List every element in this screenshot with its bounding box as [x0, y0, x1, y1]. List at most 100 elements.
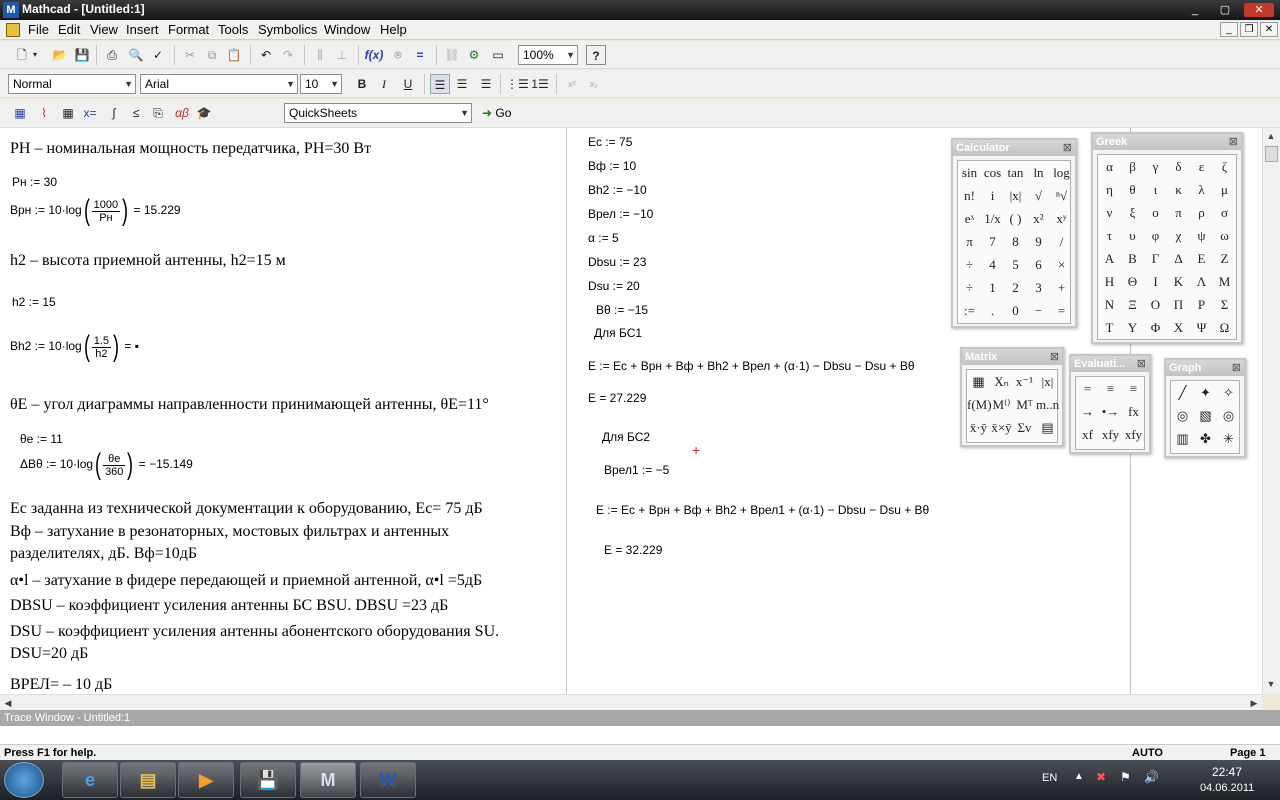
- palette-key[interactable]: n!: [958, 188, 981, 204]
- palette-key[interactable]: ◎: [1171, 408, 1194, 424]
- palette-key[interactable]: Ν: [1098, 297, 1121, 313]
- align-down-icon[interactable]: ⊥: [332, 45, 352, 65]
- palette-key[interactable]: ×: [1050, 257, 1073, 273]
- palette-key[interactable]: 1: [981, 280, 1004, 296]
- matrix-palette-title[interactable]: Matrix: [962, 349, 1062, 365]
- palette-key[interactable]: Σv: [1013, 420, 1036, 436]
- matrix-close-icon[interactable]: ⊠: [1050, 350, 1059, 363]
- palette-key[interactable]: M⁽⁾: [990, 397, 1013, 413]
- math-dbtheta[interactable]: ΔBθ := 10·log(θe 360) = −15.149: [20, 450, 193, 480]
- palette-key[interactable]: cos: [981, 165, 1004, 181]
- math-dsu[interactable]: Dsu := 20: [588, 279, 640, 293]
- spell-check-icon[interactable]: ✓: [148, 45, 168, 65]
- resource-center-icon[interactable]: ▭: [488, 45, 508, 65]
- palette-key[interactable]: •→: [1099, 404, 1122, 420]
- palette-key[interactable]: 6: [1027, 257, 1050, 273]
- menu-window[interactable]: Window: [324, 22, 370, 37]
- math-pn-def[interactable]: Pн := 30: [12, 175, 57, 189]
- palette-key[interactable]: xf: [1076, 427, 1099, 443]
- palette-key[interactable]: m..n: [1036, 397, 1059, 413]
- palette-key[interactable]: ⁿ√: [1050, 188, 1073, 204]
- palette-key[interactable]: x⁻¹: [1013, 374, 1036, 390]
- save-icon[interactable]: 💾: [72, 45, 92, 65]
- math-bh2[interactable]: Bh2 := 10·log(1.5 h2) = ▪: [10, 332, 139, 362]
- ie-task-icon[interactable]: e: [62, 762, 118, 798]
- palette-key[interactable]: 8: [1004, 234, 1027, 250]
- palette-key[interactable]: β: [1121, 159, 1144, 175]
- palette-key[interactable]: =: [1050, 303, 1073, 319]
- math-e-result-2[interactable]: E = 32.229: [604, 543, 662, 557]
- math-brel1[interactable]: Bрел1 := −5: [604, 463, 669, 477]
- palette-key[interactable]: Π: [1167, 297, 1190, 313]
- palette-key[interactable]: Σ: [1213, 297, 1236, 313]
- scroll-right-icon[interactable]: ▶: [1246, 695, 1262, 711]
- text-region-theta[interactable]: θE – угол диаграммы направленности прини…: [10, 396, 489, 414]
- palette-key[interactable]: Ε: [1190, 251, 1213, 267]
- start-button[interactable]: [4, 762, 44, 798]
- save-task-icon[interactable]: 💾: [240, 762, 296, 798]
- redo-icon[interactable]: ↷: [278, 45, 298, 65]
- graph-toolbar-icon[interactable]: ⌇: [34, 103, 54, 123]
- palette-key[interactable]: ρ: [1190, 205, 1213, 221]
- palette-key[interactable]: ν: [1098, 205, 1121, 221]
- palette-key[interactable]: υ: [1121, 228, 1144, 244]
- palette-key[interactable]: Ι: [1144, 274, 1167, 290]
- superscript-icon[interactable]: x²: [562, 74, 582, 94]
- numbering-icon[interactable]: 1☰: [530, 74, 550, 94]
- palette-key[interactable]: Φ: [1144, 320, 1167, 336]
- palette-key[interactable]: φ: [1144, 228, 1167, 244]
- palette-key[interactable]: ζ: [1213, 159, 1236, 175]
- new-icon[interactable]: 🗋: [12, 45, 32, 65]
- text-region-h2[interactable]: h2 – высота приемной антенны, h2=15 м: [10, 252, 286, 270]
- calculus-toolbar-icon[interactable]: ∫: [104, 103, 124, 123]
- palette-key[interactable]: i: [981, 188, 1004, 204]
- math-bh2-def[interactable]: Bh2 := −10: [588, 183, 647, 197]
- palette-key[interactable]: Α: [1098, 251, 1121, 267]
- help-icon[interactable]: ?: [586, 45, 606, 65]
- palette-key[interactable]: 2: [1004, 280, 1027, 296]
- palette-key[interactable]: ω: [1213, 228, 1236, 244]
- palette-key[interactable]: ε: [1190, 159, 1213, 175]
- palette-key[interactable]: ▥: [1171, 431, 1194, 447]
- text-region-brel[interactable]: BРЕЛ= – 10 дБ: [10, 676, 112, 694]
- greek-close-icon[interactable]: ⊠: [1229, 135, 1238, 148]
- word-task-icon[interactable]: W: [360, 762, 416, 798]
- open-icon[interactable]: 📂: [50, 45, 70, 65]
- menu-file[interactable]: File: [28, 22, 49, 37]
- text-region-alpha[interactable]: α•l – затухание в фидере передающей и пр…: [10, 572, 482, 590]
- palette-key[interactable]: 9: [1027, 234, 1050, 250]
- graph-close-icon[interactable]: ⊠: [1232, 361, 1241, 374]
- text-region-dsu-2[interactable]: DSU=20 дБ: [10, 645, 88, 663]
- palette-key[interactable]: λ: [1190, 182, 1213, 198]
- palette-key[interactable]: Υ: [1121, 320, 1144, 336]
- math-h2-def[interactable]: h2 := 15: [12, 295, 56, 309]
- palette-key[interactable]: xfy: [1099, 427, 1122, 443]
- font-select[interactable]: Arial ▼: [140, 74, 298, 94]
- calculator-toolbar-icon[interactable]: ▦: [10, 103, 30, 123]
- palette-key[interactable]: ( ): [1004, 211, 1027, 227]
- palette-key[interactable]: xfy: [1122, 427, 1145, 443]
- palette-key[interactable]: Γ: [1144, 251, 1167, 267]
- menu-view[interactable]: View: [90, 22, 118, 37]
- palette-key[interactable]: ▤: [1036, 420, 1059, 436]
- math-brel[interactable]: Bрел := −10: [588, 207, 653, 221]
- palette-key[interactable]: Τ: [1098, 320, 1121, 336]
- palette-key[interactable]: τ: [1098, 228, 1121, 244]
- palette-key[interactable]: fx: [1122, 404, 1145, 420]
- math-e-result-1[interactable]: E = 27.229: [588, 391, 646, 405]
- clock-date[interactable]: 04.06.2011: [1200, 782, 1254, 794]
- palette-key[interactable]: Β: [1121, 251, 1144, 267]
- maximize-button[interactable]: ▢: [1214, 3, 1236, 17]
- palette-key[interactable]: ≡: [1122, 381, 1145, 397]
- palette-key[interactable]: σ: [1213, 205, 1236, 221]
- palette-key[interactable]: 4: [981, 257, 1004, 273]
- palette-key[interactable]: γ: [1144, 159, 1167, 175]
- palette-key[interactable]: ÷: [958, 257, 981, 273]
- math-ec[interactable]: Ec := 75: [588, 135, 632, 149]
- palette-key[interactable]: 0: [1004, 303, 1027, 319]
- align-center-icon[interactable]: ☰: [452, 74, 472, 94]
- underline-button[interactable]: U: [398, 74, 418, 94]
- programming-toolbar-icon[interactable]: ⎘: [148, 103, 168, 123]
- vertical-scroll-thumb[interactable]: [1265, 146, 1278, 162]
- graph-palette[interactable]: Graph ⊠ ╱ ✦ ✧ ◎ ▧ ◎ ▥ ✤ ✳: [1164, 358, 1246, 458]
